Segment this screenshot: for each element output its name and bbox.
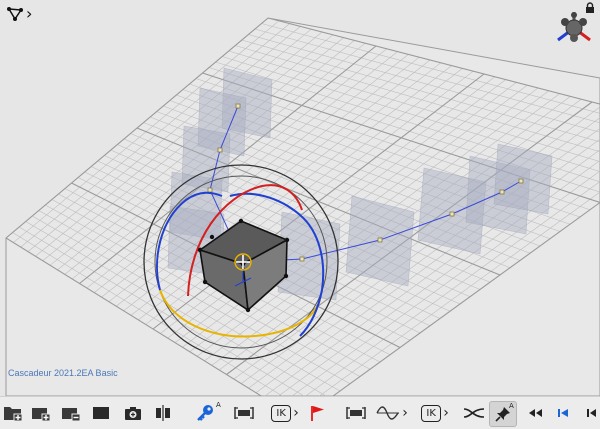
step-back-icon xyxy=(556,407,570,419)
flag-button[interactable] xyxy=(306,401,328,425)
key-icon xyxy=(195,403,215,423)
version-label: Cascadeur 2021.2EA Basic xyxy=(8,368,118,378)
interval-icon xyxy=(345,405,367,421)
add-layer-button[interactable] xyxy=(30,401,52,425)
path-keypoint[interactable] xyxy=(300,257,304,261)
path-keypoint[interactable] xyxy=(519,179,523,183)
split-icon xyxy=(153,404,173,422)
step-back-button[interactable] xyxy=(552,401,574,425)
to-start-icon xyxy=(585,407,597,419)
flag-icon xyxy=(308,404,326,422)
to-start-button[interactable] xyxy=(582,401,600,425)
path-keypoint[interactable] xyxy=(236,104,240,108)
curve-button[interactable]: › xyxy=(374,401,410,425)
ik-button[interactable]: IK › xyxy=(264,401,306,425)
camera-add-icon xyxy=(123,404,143,422)
rewind-button[interactable] xyxy=(524,401,546,425)
superscript-a: A xyxy=(216,401,221,409)
path-keypoint[interactable] xyxy=(378,238,382,242)
superscript-a: A xyxy=(509,402,514,410)
key-button[interactable]: A xyxy=(192,401,218,425)
rewind-icon xyxy=(527,407,543,419)
view-orientation-gizmo-icon[interactable] xyxy=(552,6,596,48)
camera-add-button[interactable] xyxy=(122,401,144,425)
remove-layer-icon xyxy=(61,404,81,422)
add-scene-button[interactable] xyxy=(2,401,24,425)
path-keypoint[interactable] xyxy=(450,212,454,216)
path-keypoint[interactable] xyxy=(218,148,222,152)
curve-icon xyxy=(376,405,400,421)
path-keypoint[interactable] xyxy=(208,188,212,192)
interval-icon xyxy=(233,405,255,421)
scene-menu-button[interactable]: › xyxy=(6,4,42,24)
frame-button[interactable] xyxy=(90,401,112,425)
frame-icon xyxy=(91,404,111,422)
path-keypoint[interactable] xyxy=(500,190,504,194)
add-scene-icon xyxy=(3,404,23,422)
ik-icon: IK xyxy=(421,405,441,422)
add-layer-icon xyxy=(31,404,51,422)
path-icon xyxy=(463,405,485,421)
interval-button-2[interactable] xyxy=(344,401,368,425)
bottom-toolbar: A IK › › IK › A xyxy=(0,396,600,429)
pin-button[interactable]: A xyxy=(489,401,517,427)
interval-button[interactable] xyxy=(232,401,256,425)
ik-button-2[interactable]: IK › xyxy=(414,401,456,425)
ik-icon: IK xyxy=(271,405,291,422)
chevron-right-icon: › xyxy=(26,6,32,22)
remove-layer-button[interactable] xyxy=(60,401,82,425)
node-graph-icon xyxy=(6,6,24,22)
chevron-right-icon: › xyxy=(443,406,449,420)
chevron-right-icon: › xyxy=(293,406,299,420)
split-button[interactable] xyxy=(152,401,174,425)
path-button[interactable] xyxy=(462,401,486,425)
chevron-right-icon: › xyxy=(402,406,408,420)
scene-canvas[interactable] xyxy=(0,0,600,396)
viewport-3d[interactable]: › Cascadeur 2021.2EA Basic xyxy=(0,0,600,396)
